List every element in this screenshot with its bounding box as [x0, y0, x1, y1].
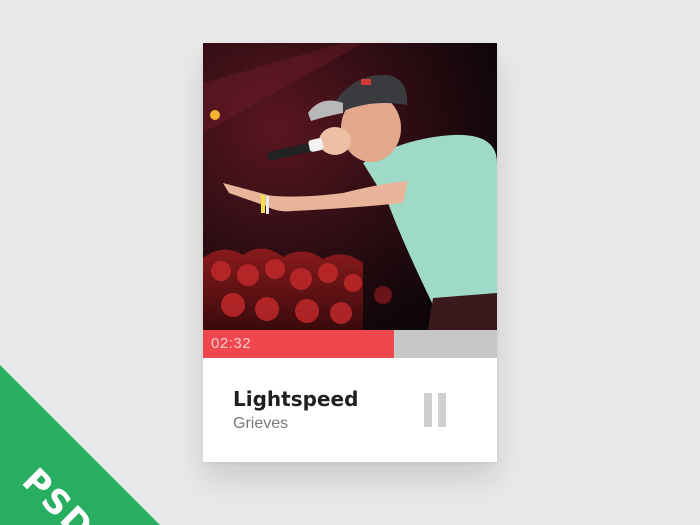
song-title: Lightspeed: [233, 387, 359, 411]
pause-button[interactable]: [421, 393, 451, 427]
progress-bar[interactable]: 02:32: [203, 330, 497, 358]
album-art-image: [203, 43, 497, 330]
elapsed-time: 02:32: [211, 335, 252, 352]
album-art: [203, 43, 497, 330]
track-info: Lightspeed Grieves: [203, 358, 497, 462]
music-player-card: 02:32 Lightspeed Grieves: [203, 43, 497, 462]
psd-badge: PSD: [0, 365, 160, 525]
artist-name: Grieves: [233, 415, 289, 432]
